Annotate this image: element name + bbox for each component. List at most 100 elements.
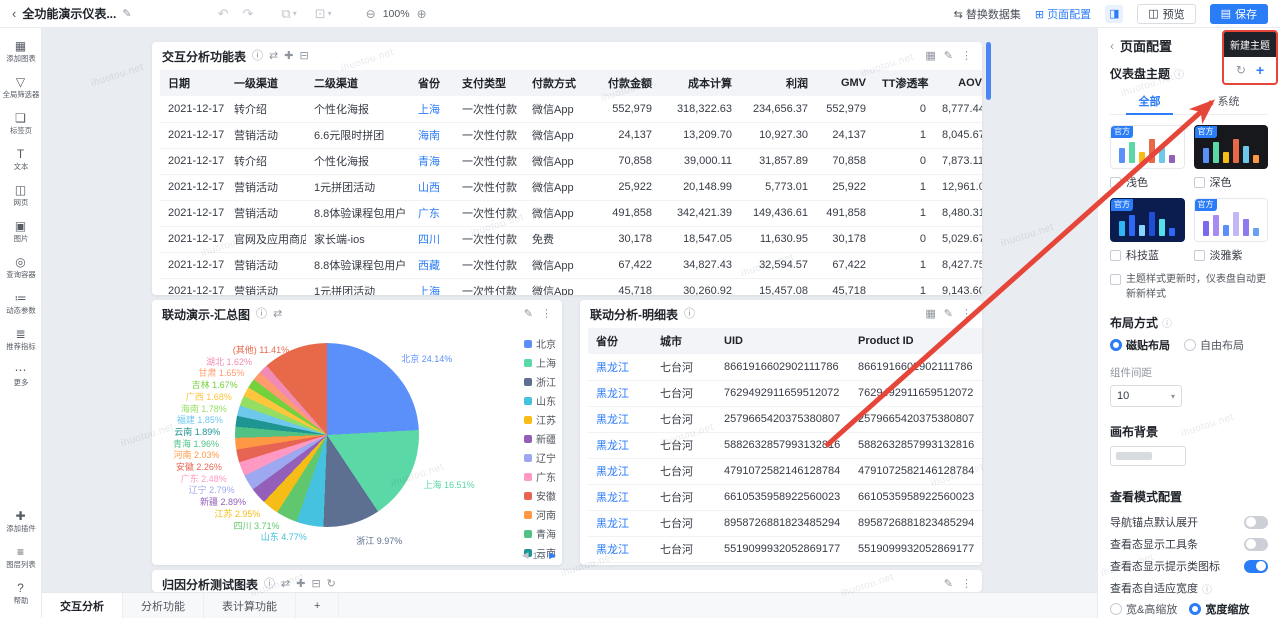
column-header[interactable]: 成本计算	[660, 70, 740, 96]
theme-tab-系统[interactable]: 系统	[1189, 88, 1268, 114]
toggle-switch[interactable]	[1244, 538, 1268, 551]
theme-checkbox-row[interactable]: 浅色	[1110, 174, 1185, 190]
column-header[interactable]: 省份	[588, 328, 652, 354]
sidebar-item-text[interactable]: T文本	[0, 142, 41, 178]
radio-icon[interactable]	[1110, 603, 1122, 615]
sidebar-item-help[interactable]: ?帮助	[0, 576, 41, 612]
link-icon[interactable]: ⇄	[273, 309, 282, 320]
layout-option[interactable]: 自由布局	[1184, 337, 1244, 353]
checkbox[interactable]	[1110, 177, 1121, 188]
more-icon[interactable]: ⋮	[541, 309, 552, 320]
more-icon[interactable]: ⋮	[961, 51, 972, 62]
sidebar-item-metric-list[interactable]: ≣推荐指标	[0, 322, 41, 358]
preview-button[interactable]: ◫预览	[1137, 4, 1195, 24]
sidebar-item-global-filter[interactable]: ▽全局筛选器	[0, 70, 41, 106]
info-icon[interactable]: ⓘ	[252, 51, 263, 62]
table-row[interactable]: 黑龙江七台河6610535958922560023661053595892256…	[588, 484, 982, 510]
column-header[interactable]: UID	[716, 328, 850, 354]
info-icon[interactable]: ⓘ	[256, 309, 267, 320]
bottom-tab-+[interactable]: +	[296, 593, 339, 618]
edit-icon[interactable]: ✎	[944, 309, 953, 320]
move-icon[interactable]: ✚	[284, 51, 293, 62]
table-row[interactable]: 2021-12-17转介绍个性化海报青海一次性付款微信App70,85839,0…	[160, 148, 982, 174]
style-brush-icon[interactable]: ⊡	[315, 6, 326, 22]
link-icon[interactable]: ⇄	[281, 579, 290, 590]
legend-item[interactable]: 新疆	[524, 431, 556, 446]
chevron-down-icon[interactable]: ▾	[328, 9, 332, 18]
theme-auto-update-option[interactable]: 主题样式更新时，仪表盘自动更新新样式	[1110, 273, 1268, 302]
zoom-out-icon[interactable]: ⊖	[366, 7, 376, 21]
column-header[interactable]: 一级渠道	[226, 70, 306, 96]
theme-preview[interactable]: 官方	[1110, 125, 1185, 169]
table-row[interactable]: 2021-12-17营销活动1元拼团活动上海一次性付款微信App45,71830…	[160, 278, 982, 295]
sidebar-item-more[interactable]: ⋯更多	[0, 358, 41, 394]
canvas-scrollbar[interactable]	[986, 42, 991, 100]
layout-option[interactable]: 磁贴布局	[1110, 337, 1170, 353]
sidebar-item-add-chart[interactable]: ▦添加图表	[0, 34, 41, 70]
column-header[interactable]: 日期	[160, 70, 226, 96]
table-row[interactable]: 2021-12-17营销活动8.8体验课程包用户西藏一次性付款微信App67,4…	[160, 252, 982, 278]
save-button[interactable]: ▤保存	[1210, 4, 1268, 24]
table-icon[interactable]: ▦	[925, 309, 935, 320]
table-row[interactable]: 黑龙江七台河7629492911659512072762949291165951…	[588, 380, 982, 406]
info-icon[interactable]: ⓘ	[684, 309, 695, 320]
table-row[interactable]: 黑龙江七台河8661916602902111786866191660290211…	[588, 354, 982, 380]
table-row[interactable]: 2021-12-17营销活动8.8体验课程包用户广东一次性付款微信App491,…	[160, 200, 982, 226]
table-row[interactable]: 2021-12-17营销活动6.6元限时拼团海南一次性付款微信App24,137…	[160, 122, 982, 148]
table-row[interactable]: 2021-12-17营销活动1元拼团活动山西一次性付款微信App25,92220…	[160, 174, 982, 200]
column-header[interactable]: 二级渠道	[306, 70, 410, 96]
theme-card-淡雅紫[interactable]: 官方淡雅紫	[1194, 198, 1269, 263]
sidebar-item-add-plugin[interactable]: ✚添加插件	[0, 504, 41, 540]
legend-item[interactable]: 山东	[524, 393, 556, 408]
checkbox[interactable]	[1194, 250, 1205, 261]
theme-preview[interactable]: 官方	[1194, 125, 1269, 169]
table-row[interactable]: 黑龙江七台河5882632857993132816588263285799313…	[588, 432, 982, 458]
pie[interactable]	[235, 343, 419, 527]
radio-icon[interactable]	[1110, 339, 1122, 351]
column-header[interactable]: AOV	[934, 70, 982, 96]
table-icon[interactable]: ▦	[925, 51, 935, 62]
table-row[interactable]: 2021-12-17转介绍个性化海报上海一次性付款微信App552,979318…	[160, 96, 982, 122]
panel-toggle-button[interactable]: ◨	[1105, 5, 1123, 23]
edit-icon[interactable]: ✎	[944, 51, 953, 62]
theme-card-深色[interactable]: 官方深色	[1194, 125, 1269, 190]
column-header[interactable]: TT渗透率	[874, 70, 934, 96]
legend-item[interactable]: 安徽	[524, 488, 556, 503]
refresh-themes-icon[interactable]: ↻	[1236, 63, 1246, 77]
theme-preview[interactable]: 官方	[1194, 198, 1269, 242]
column-header[interactable]: 省份	[410, 70, 454, 96]
canvas-bg-input[interactable]	[1110, 446, 1186, 466]
legend-item[interactable]: 江苏	[524, 412, 556, 427]
theme-tab-全部[interactable]: 全部	[1110, 88, 1189, 114]
redo-icon[interactable]: ↷	[242, 6, 253, 22]
sidebar-item-webpage[interactable]: ◫网页	[0, 178, 41, 214]
column-header[interactable]: 利润	[740, 70, 816, 96]
table-row[interactable]: 黑龙江七台河2579665420375380807257966542037538…	[588, 406, 982, 432]
add-theme-icon[interactable]: +	[1256, 62, 1264, 78]
copy-icon[interactable]: ⧉	[281, 6, 290, 22]
column-header[interactable]: GMV	[816, 70, 874, 96]
theme-checkbox-row[interactable]: 科技蓝	[1110, 247, 1185, 263]
checkbox[interactable]	[1110, 274, 1121, 285]
theme-card-科技蓝[interactable]: 官方科技蓝	[1110, 198, 1185, 263]
table-row[interactable]: 2021-12-17官网及应用商店家长端-ios四川一次性付款免费30,1781…	[160, 226, 982, 252]
card-detail-table[interactable]: 联动分析-明细表 ⓘ ▦✎⋮ 省份城市UIDProduct ID黑龙江七台河86…	[580, 300, 982, 565]
edit-icon[interactable]: ✎	[944, 579, 953, 590]
spacing-select[interactable]: 10 ▾	[1110, 385, 1182, 407]
sidebar-item-image[interactable]: ▣图片	[0, 214, 41, 250]
legend-prev-icon[interactable]: ◀	[522, 550, 529, 561]
column-header[interactable]: 城市	[652, 328, 716, 354]
legend-item[interactable]: 广东	[524, 469, 556, 484]
export-icon[interactable]: ⊟	[311, 579, 320, 590]
link-icon[interactable]: ⇄	[269, 51, 278, 62]
legend-item[interactable]: 浙江	[524, 374, 556, 389]
column-header[interactable]: 支付类型	[454, 70, 524, 96]
scale-option[interactable]: 宽度缩放	[1189, 601, 1249, 617]
theme-checkbox-row[interactable]: 淡雅紫	[1194, 247, 1269, 263]
legend-next-icon[interactable]: ▶	[549, 550, 556, 561]
replace-dataset-button[interactable]: ⇆ 替换数据集	[954, 6, 1021, 22]
legend-item[interactable]: 福建	[524, 564, 556, 565]
legend-item[interactable]: 河南	[524, 507, 556, 522]
card-pie-chart[interactable]: 联动演示-汇总图 ⓘ⇄ ✎⋮ 北京 24.14%上海 16.51%浙江 9.97…	[152, 300, 562, 565]
bottom-tab-分析功能[interactable]: 分析功能	[123, 593, 204, 618]
